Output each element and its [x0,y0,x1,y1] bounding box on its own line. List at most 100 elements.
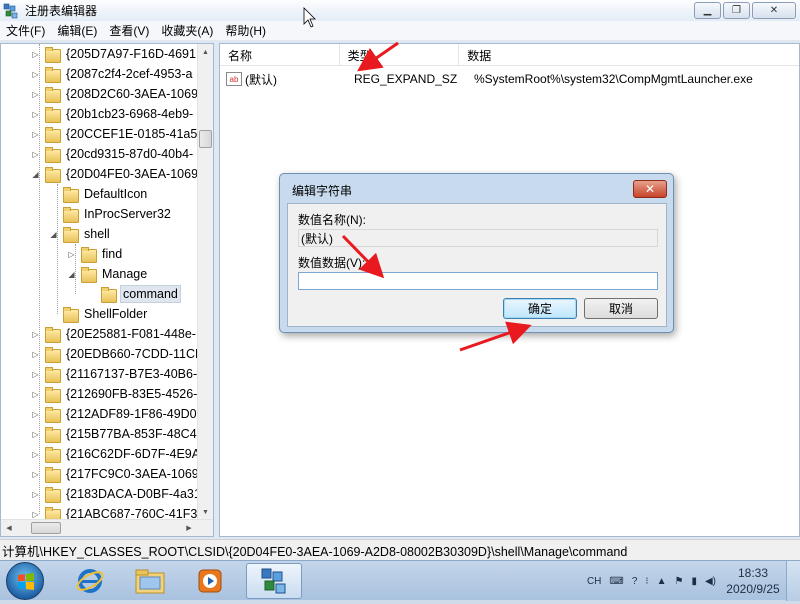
tree-item-label[interactable]: {20EDB660-7CDD-11CF [64,346,205,362]
menu-view[interactable]: 查看(V) [103,22,155,39]
start-button[interactable] [6,562,44,600]
tree-vertical-scrollbar[interactable]: ▲ ▼ [197,44,213,520]
collapse-icon[interactable]: ◢ [49,230,58,239]
collapse-icon[interactable]: ◢ [67,270,76,279]
tree-item-label[interactable]: command [120,285,181,303]
expand-icon[interactable]: ▷ [31,470,40,479]
scroll-left-icon[interactable]: ◀ [1,520,17,536]
taskbar-registry-editor[interactable] [246,563,302,599]
maximize-button[interactable]: ❐ [723,2,750,19]
tree-item[interactable]: ▷ {2183DACA-D0BF-4a31 [31,484,203,504]
value-data-input[interactable] [298,272,658,290]
tree-item[interactable]: ▷ {205D7A97-F16D-4691 [31,44,198,64]
tree-item-label[interactable]: {20D04FE0-3AEA-1069- [64,166,204,182]
close-button[interactable]: ✕ [752,2,796,19]
clock[interactable]: 18:33 2020/9/25 [720,565,786,597]
scroll-right-icon[interactable]: ▶ [181,520,197,536]
tree-item[interactable]: ▷ {20cd9315-87d0-40b4- [31,144,195,164]
tree-item-label[interactable]: {216C62DF-6D7F-4E9A [64,446,202,462]
scroll-thumb[interactable] [31,522,61,534]
taskbar-media-player[interactable] [182,563,238,599]
tree-item[interactable]: ▷ {2087c2f4-2cef-4953-a [31,64,194,84]
show-desktop-button[interactable] [786,561,800,601]
tree-item-label[interactable]: {212ADF89-1F86-49D0- [64,406,203,422]
tree-item[interactable]: ▷ {208D2C60-3AEA-1069 [31,84,200,104]
dialog-close-button[interactable]: ✕ [633,180,667,198]
expand-icon[interactable]: ▷ [31,350,40,359]
tree-item-label[interactable]: {212690FB-83E5-4526- [64,386,199,402]
action-center-icon[interactable]: ⚑ [674,576,683,587]
expand-icon[interactable]: ▷ [31,90,40,99]
tree-item-label[interactable]: Manage [100,266,149,282]
tree-item[interactable]: ▷ {21167137-B7E3-40B6- [31,364,199,384]
tree-item-label[interactable]: {208D2C60-3AEA-1069 [64,86,200,102]
tree-item[interactable]: ▷ {20CCEF1E-0185-41a5- [31,124,204,144]
column-header-name[interactable]: 名称 [220,44,340,66]
tree-item-label[interactable]: {2183DACA-D0BF-4a31 [64,486,203,502]
taskbar-internet-explorer[interactable] [62,563,118,599]
tree-item-label[interactable]: {20b1cb23-6968-4eb9- [64,106,195,122]
tree-item[interactable]: ▷ {20EDB660-7CDD-11CF [31,344,205,364]
tree-item[interactable]: ◢ shell [49,224,112,244]
expand-icon[interactable]: ▷ [31,50,40,59]
expand-icon[interactable]: ▷ [31,150,40,159]
tree-item[interactable]: ▷ {20E25881-F081-448e- [31,324,198,344]
registry-tree[interactable]: ▷ {205D7A97-F16D-4691 ▷ {2087c2f4-2cef-495… [0,43,214,537]
tree-item-label[interactable]: {20E25881-F081-448e- [64,326,198,342]
menu-help[interactable]: 帮助(H) [219,22,272,39]
keyboard-icon[interactable]: ⌨ [609,576,623,587]
tree-item-label[interactable]: ShellFolder [82,306,149,322]
tree-item-label[interactable]: shell [82,226,112,242]
expand-icon[interactable]: ▷ [31,390,40,399]
list-row[interactable]: ab (默认) REG_EXPAND_SZ %SystemRoot%\syste… [220,69,766,89]
menu-file[interactable]: 文件(F) [0,22,51,39]
tree-item[interactable]: ▷ find [67,244,124,264]
network-icon[interactable]: ▮ [691,576,697,587]
expand-icon[interactable]: ▷ [31,490,40,499]
tree-item[interactable]: ▷ {212690FB-83E5-4526- [31,384,199,404]
minimize-button[interactable]: ▁ [694,2,721,19]
tree-item[interactable]: ▷ {20b1cb23-6968-4eb9- [31,104,195,124]
taskbar-file-explorer[interactable] [122,563,178,599]
tree-item[interactable]: DefaultIcon [49,184,149,204]
expand-icon[interactable]: ▷ [31,430,40,439]
cancel-button[interactable]: 取消 [584,298,658,319]
expand-icon[interactable]: ▷ [31,70,40,79]
tree-item[interactable]: ◢ Manage [67,264,149,284]
tree-item[interactable]: ▷ {217FC9C0-3AEA-1069- [31,464,205,484]
volume-icon[interactable]: ◀) [705,576,716,587]
ok-button[interactable]: 确定 [503,298,577,319]
scroll-down-icon[interactable]: ▼ [198,504,213,520]
expand-icon[interactable]: ▷ [31,370,40,379]
expand-icon[interactable]: ▷ [67,250,76,259]
expand-icon[interactable]: ▷ [31,130,40,139]
tree-item[interactable]: ▷ {216C62DF-6D7F-4E9A [31,444,202,464]
expand-icon[interactable]: ▷ [31,410,40,419]
expand-icon[interactable]: ▷ [31,510,40,519]
tree-item-label[interactable]: {217FC9C0-3AEA-1069- [64,466,205,482]
tree-item-label[interactable]: {20cd9315-87d0-40b4- [64,146,195,162]
tree-item-label[interactable]: {21167137-B7E3-40B6- [64,366,199,382]
column-header-type[interactable]: 类型 [340,44,460,66]
expand-icon[interactable]: ▷ [31,110,40,119]
tree-item-label[interactable]: {215B77BA-853F-48C4- [64,426,203,442]
column-header-data[interactable]: 数据 [459,44,799,66]
tree-item-label[interactable]: find [100,246,124,262]
title-bar[interactable]: 注册表编辑器 ▁ ❐ ✕ [0,0,800,21]
tree-item[interactable]: InProcServer32 [49,204,173,224]
scroll-thumb[interactable] [199,130,212,148]
tree-item-label[interactable]: DefaultIcon [82,186,149,202]
expand-icon[interactable]: ▷ [31,330,40,339]
expand-icon[interactable]: ▷ [31,450,40,459]
tree-item-label[interactable]: {205D7A97-F16D-4691 [64,46,198,62]
language-indicator[interactable]: CH [587,576,601,587]
collapse-icon[interactable]: ◢ [31,170,40,179]
help-icon[interactable]: ? [632,576,638,587]
tree-item[interactable]: ▷ {212ADF89-1F86-49D0- [31,404,203,424]
tree-item-label[interactable]: {20CCEF1E-0185-41a5- [64,126,204,142]
settings-icon[interactable]: ⁝ [645,576,648,587]
tree-horizontal-scrollbar[interactable]: ◀ ▶ [1,519,213,536]
tree-item[interactable]: ◢ {20D04FE0-3AEA-1069- [31,164,204,184]
scroll-up-icon[interactable]: ▲ [198,44,213,60]
show-hidden-icons[interactable]: ▲ [657,576,667,587]
